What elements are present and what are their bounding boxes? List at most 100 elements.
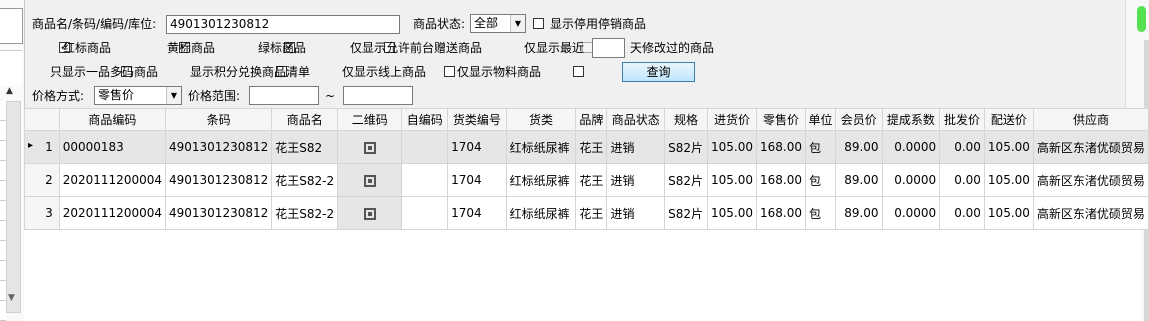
- table-cell[interactable]: 进销: [606, 163, 666, 197]
- column-header[interactable]: 条码: [164, 108, 273, 131]
- table-cell[interactable]: 高新区东渚优硕贸易: [1032, 196, 1149, 230]
- scroll-up-icon[interactable]: ▲: [6, 86, 13, 96]
- table-cell[interactable]: 花王S82-2: [271, 196, 339, 230]
- table-row[interactable]: 2 2020111200004 4901301230812 花王S82-2 1704 红标…: [24, 163, 1149, 197]
- table-cell[interactable]: 包: [805, 196, 836, 230]
- scroll-down-icon[interactable]: ▼: [8, 293, 15, 303]
- column-header[interactable]: 商品状态: [606, 108, 666, 131]
- left-panel-input[interactable]: [0, 8, 23, 44]
- table-cell[interactable]: 168.00: [756, 196, 807, 230]
- table-cell[interactable]: 0.00: [939, 163, 985, 197]
- table-cell[interactable]: 包: [805, 130, 836, 164]
- table-cell[interactable]: 0.0000: [881, 130, 941, 164]
- table-cell[interactable]: 包: [805, 163, 836, 197]
- table-cell[interactable]: 进销: [606, 196, 666, 230]
- table-cell[interactable]: 105.00: [707, 196, 758, 230]
- qr-code-icon[interactable]: [363, 141, 376, 154]
- column-header[interactable]: 单位: [805, 108, 836, 131]
- column-header[interactable]: 进货价: [707, 108, 758, 131]
- table-cell[interactable]: 105.00: [707, 130, 758, 164]
- qr-code-icon[interactable]: [363, 207, 376, 220]
- price-mode-select[interactable]: 零售价 ▼: [94, 86, 182, 105]
- query-button[interactable]: 查询: [622, 62, 695, 82]
- column-header[interactable]: 零售价: [756, 108, 807, 131]
- left-scrollbar[interactable]: [6, 101, 21, 313]
- row-number[interactable]: ▸ 1: [24, 130, 60, 164]
- column-header[interactable]: 供应商: [1032, 108, 1149, 131]
- show-disabled-checkbox[interactable]: [533, 18, 544, 29]
- column-header[interactable]: 批发价: [939, 108, 985, 131]
- table-cell[interactable]: 花王S82-2: [271, 163, 339, 197]
- table-cell[interactable]: 4901301230812: [164, 130, 273, 164]
- column-header[interactable]: 商品编码: [58, 108, 167, 131]
- column-header[interactable]: 二维码: [337, 108, 403, 131]
- column-header[interactable]: 配送价: [983, 108, 1034, 131]
- qr-code-icon[interactable]: [363, 174, 376, 187]
- table-cell[interactable]: 0.00: [939, 196, 985, 230]
- column-header[interactable]: 品牌: [575, 108, 608, 131]
- table-cell[interactable]: [337, 163, 403, 197]
- table-row[interactable]: ▸ 1 00000183 4901301230812 花王S82 1704 红标纸尿裤 花王进…: [24, 130, 1149, 164]
- table-cell[interactable]: 红标纸尿裤: [505, 163, 577, 197]
- row-number[interactable]: 2: [24, 163, 60, 197]
- price-min-input[interactable]: [249, 86, 319, 105]
- column-header[interactable]: 商品名: [271, 108, 339, 131]
- online-checkbox[interactable]: [443, 66, 455, 77]
- green-scroll-thumb[interactable]: [1137, 6, 1146, 32]
- table-cell[interactable]: S82片: [664, 130, 709, 164]
- table-cell[interactable]: [401, 163, 449, 197]
- row-number[interactable]: 3: [24, 196, 60, 230]
- table-cell[interactable]: 89.00: [834, 130, 883, 164]
- table-cell[interactable]: 0.0000: [881, 163, 941, 197]
- table-cell[interactable]: [337, 130, 403, 164]
- table-cell[interactable]: 1704: [447, 196, 507, 230]
- table-cell[interactable]: 2020111200004: [58, 163, 167, 197]
- status-select[interactable]: 全部 ▼: [470, 14, 526, 33]
- column-header[interactable]: 货类: [505, 108, 577, 131]
- table-cell[interactable]: 高新区东渚优硕贸易: [1032, 163, 1149, 197]
- table-cell[interactable]: [401, 130, 449, 164]
- column-header[interactable]: 规格: [664, 108, 709, 131]
- table-cell[interactable]: [337, 196, 403, 230]
- table-cell[interactable]: 168.00: [756, 130, 807, 164]
- table-cell[interactable]: 4901301230812: [164, 196, 273, 230]
- table-cell[interactable]: [401, 196, 449, 230]
- table-cell[interactable]: 高新区东渚优硕贸易: [1032, 130, 1149, 164]
- column-header[interactable]: 货类编号: [447, 108, 507, 131]
- recent-days-input[interactable]: [592, 38, 625, 58]
- table-cell[interactable]: 89.00: [834, 163, 883, 197]
- table-cell[interactable]: 花王: [575, 163, 608, 197]
- table-cell[interactable]: 红标纸尿裤: [505, 196, 577, 230]
- table-cell[interactable]: 1704: [447, 163, 507, 197]
- table-cell[interactable]: 105.00: [983, 130, 1034, 164]
- table-cell[interactable]: 花王: [575, 196, 608, 230]
- table-cell[interactable]: 00000183: [58, 130, 167, 164]
- column-header[interactable]: 自编码: [401, 108, 449, 131]
- table-cell[interactable]: 红标纸尿裤: [505, 130, 577, 164]
- table-cell[interactable]: 168.00: [756, 163, 807, 197]
- table-cell[interactable]: 2020111200004: [58, 196, 167, 230]
- search-input[interactable]: 4901301230812: [166, 15, 400, 34]
- table-cell[interactable]: 4901301230812: [164, 163, 273, 197]
- table-cell[interactable]: 0.0000: [881, 196, 941, 230]
- chevron-down-icon[interactable]: ▼: [166, 87, 181, 104]
- column-header[interactable]: 提成系数: [881, 108, 941, 131]
- table-cell[interactable]: 进销: [606, 130, 666, 164]
- table-row[interactable]: 3 2020111200004 4901301230812 花王S82-2 1704 红标…: [24, 196, 1149, 230]
- table-cell[interactable]: 0.00: [939, 130, 985, 164]
- table-cell[interactable]: 花王S82: [271, 130, 339, 164]
- material-checkbox[interactable]: [573, 66, 585, 77]
- table-header: 商品编码 条码 商品名 二维码 自编码 货类编号 货类 品牌 商品状态 规格 进货价 零售价 单位 会员价…: [24, 108, 1149, 131]
- column-header[interactable]: 会员价: [834, 108, 883, 131]
- table-cell[interactable]: 105.00: [983, 163, 1034, 197]
- chevron-down-icon[interactable]: ▼: [510, 15, 525, 32]
- table-cell[interactable]: 105.00: [983, 196, 1034, 230]
- table-cell[interactable]: 花王: [575, 130, 608, 164]
- table-cell[interactable]: S82片: [664, 163, 709, 197]
- price-max-input[interactable]: [343, 86, 413, 105]
- table-cell[interactable]: S82片: [664, 196, 709, 230]
- product-table: 商品编码 条码 商品名 二维码 自编码 货类编号 货类 品牌 商品状态 规格 进货价 零售价 单位 会员价…: [24, 108, 1149, 230]
- table-cell[interactable]: 1704: [447, 130, 507, 164]
- table-cell[interactable]: 89.00: [834, 196, 883, 230]
- table-cell[interactable]: 105.00: [707, 163, 758, 197]
